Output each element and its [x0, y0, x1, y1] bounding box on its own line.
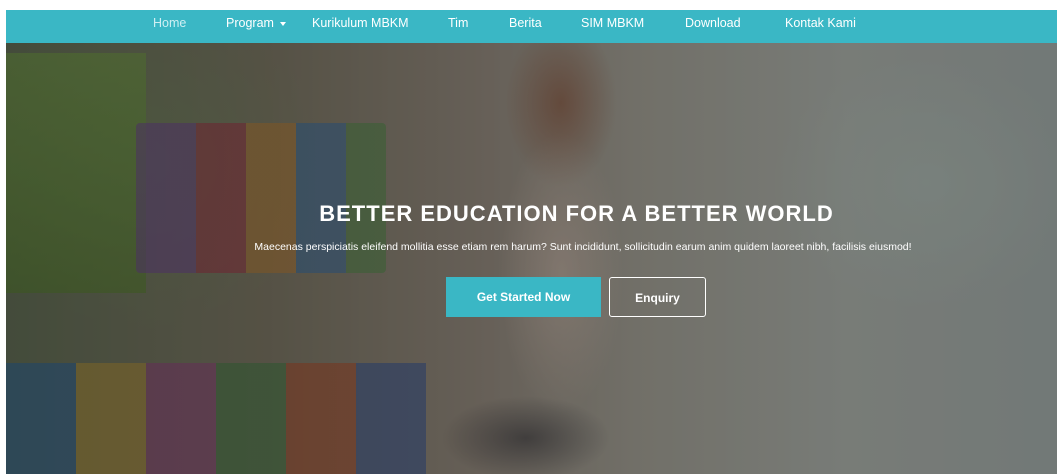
nav-item-home[interactable]: Home [153, 10, 186, 36]
hero-title: BETTER EDUCATION FOR A BETTER WORLD [319, 201, 834, 226]
nav-item-berita[interactable]: Berita [509, 10, 542, 36]
top-navigation-bar: Home Program Kurikulum MBKM Tim Berita S… [6, 10, 1057, 43]
get-started-button[interactable]: Get Started Now [446, 277, 601, 317]
enquiry-button[interactable]: Enquiry [609, 277, 706, 317]
hero-banner: BETTER EDUCATION FOR A BETTER WORLD Maec… [6, 43, 1057, 474]
nav-item-tim[interactable]: Tim [448, 10, 468, 36]
nav-item-download[interactable]: Download [685, 10, 741, 36]
nav-item-kontak-kami[interactable]: Kontak Kami [785, 10, 856, 36]
chevron-down-icon [279, 21, 286, 26]
nav-item-program[interactable]: Program [226, 10, 286, 36]
nav-item-kurikulum-mbkm[interactable]: Kurikulum MBKM [312, 10, 409, 36]
nav-item-program-label: Program [226, 16, 274, 30]
nav-item-sim-mbkm[interactable]: SIM MBKM [581, 10, 644, 36]
hero-overlay [6, 43, 1057, 474]
hero-subtitle: Maecenas perspiciatis eleifend mollitia … [254, 241, 912, 253]
page: Home Program Kurikulum MBKM Tim Berita S… [0, 0, 1060, 474]
